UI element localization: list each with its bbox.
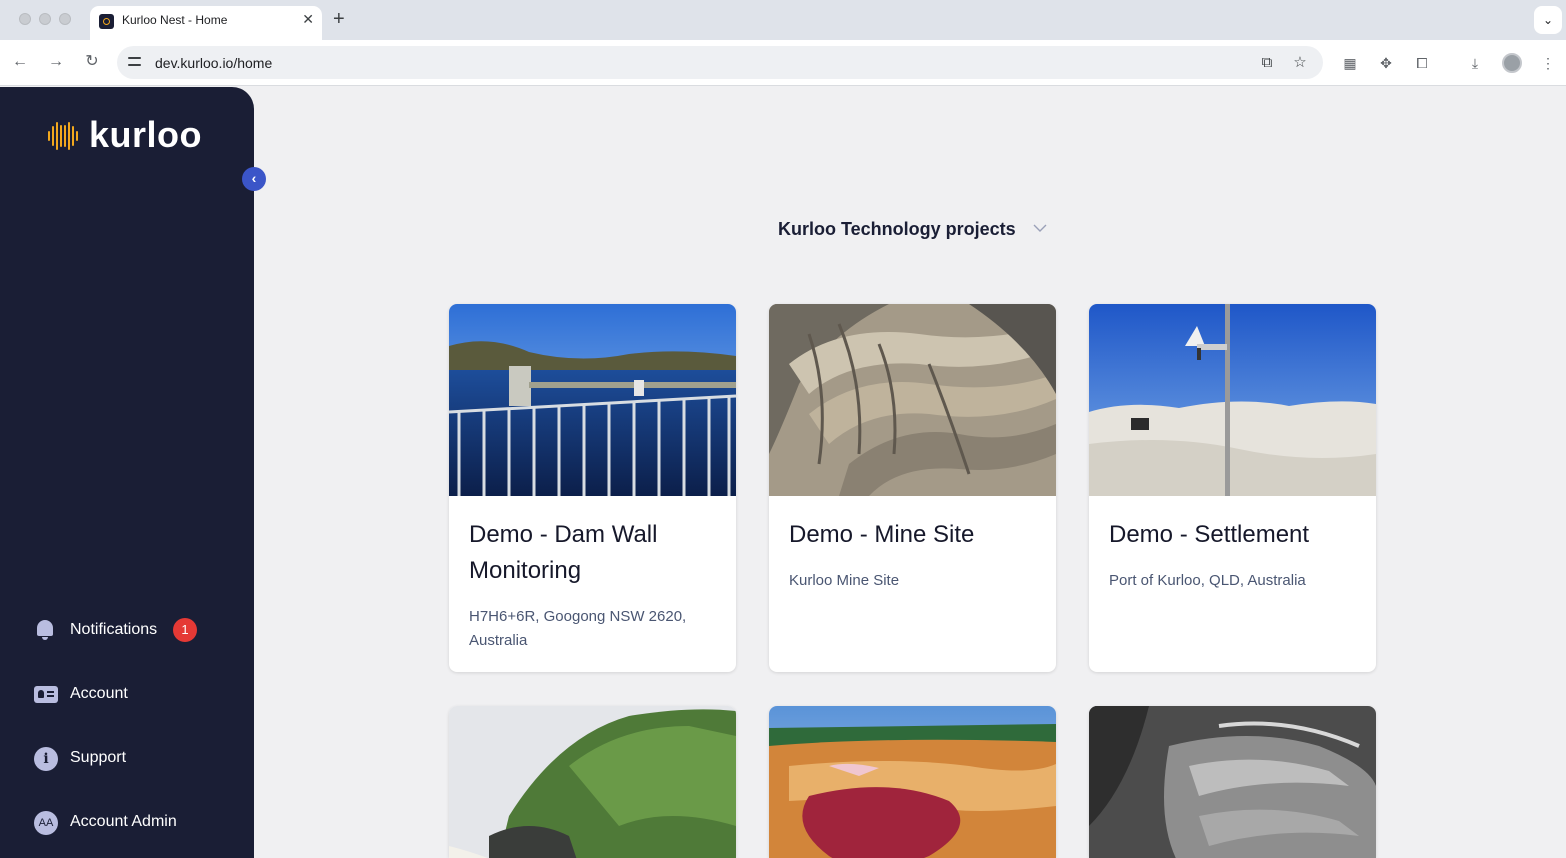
back-arrow-icon[interactable]: ← xyxy=(8,50,32,74)
browser-tabstrip: Kurloo Nest - Home ✕ + ⌄ xyxy=(0,0,1566,40)
project-image-settlement xyxy=(1089,304,1376,496)
id-card-icon xyxy=(34,683,58,705)
sidebar-collapse-chevron-left-icon[interactable]: ‹ xyxy=(242,167,266,191)
qr-extension-icon[interactable]: ▦ xyxy=(1340,53,1360,73)
sidebar: kurloo Notifications 1 Account i Support… xyxy=(0,87,254,858)
project-title: Demo - Mine Site xyxy=(789,521,975,548)
browser-toolbar: ← → ↻ dev.kurloo.io/home ⧉ ☆ ▦ ✥ ⧠ ⤓ ⋮ xyxy=(0,40,1566,86)
sidebar-item-label: Account Admin xyxy=(70,813,177,830)
sidebar-item-label: Notifications xyxy=(70,621,158,638)
new-tab-plus-icon[interactable]: + xyxy=(333,8,345,30)
translate-icon[interactable]: ⧉ xyxy=(1257,53,1277,73)
bell-icon xyxy=(34,619,58,641)
sidebar-item-support[interactable]: i Support xyxy=(34,745,234,771)
sidebar-item-label: Account xyxy=(70,685,128,702)
window-close-button[interactable] xyxy=(19,13,31,25)
project-location: Kurloo Mine Site xyxy=(789,572,900,589)
bookmark-star-icon[interactable]: ☆ xyxy=(1290,53,1310,73)
tab-search-chevron-icon[interactable]: ⌄ xyxy=(1534,6,1562,34)
kurloo-logo-mark-icon xyxy=(47,121,79,151)
browser-menu-kebab-icon[interactable]: ⋮ xyxy=(1538,53,1558,73)
project-card[interactable] xyxy=(449,706,736,858)
project-location: H7H6+6R, Googong NSW 2620, Australia xyxy=(469,608,687,649)
info-icon: i xyxy=(34,747,58,771)
sidebar-item-account-admin[interactable]: AA Account Admin xyxy=(34,809,234,835)
project-image-coastal xyxy=(449,706,736,858)
sidebar-item-notifications[interactable]: Notifications 1 xyxy=(34,617,234,643)
project-image-aerial xyxy=(1089,706,1376,858)
chevron-down-icon[interactable] xyxy=(1033,221,1047,235)
tab-close-icon[interactable]: ✕ xyxy=(302,11,314,28)
organisation-selector[interactable]: Kurloo Technology projects xyxy=(778,219,1016,240)
project-title: Demo - Dam Wall Monitoring xyxy=(469,521,658,584)
reload-icon[interactable]: ↻ xyxy=(80,50,104,74)
window-zoom-button[interactable] xyxy=(59,13,71,25)
kurloo-favicon-icon xyxy=(99,14,114,29)
site-settings-icon[interactable] xyxy=(127,54,143,70)
browser-tab-active[interactable]: Kurloo Nest - Home ✕ xyxy=(90,6,322,40)
project-image-tailings xyxy=(769,706,1056,858)
project-card[interactable] xyxy=(769,706,1056,858)
extension-icon[interactable]: ✥ xyxy=(1376,53,1396,73)
download-icon[interactable]: ⤓ xyxy=(1465,53,1485,73)
avatar-initials: AA xyxy=(34,811,58,835)
logo-wordmark: kurloo xyxy=(89,114,203,155)
notification-count-badge: 1 xyxy=(173,618,197,642)
sidebar-item-label: Support xyxy=(70,749,127,766)
address-url[interactable]: dev.kurloo.io/home xyxy=(155,55,272,71)
window-minimize-button[interactable] xyxy=(39,13,51,25)
project-image-dam xyxy=(449,304,736,496)
project-location: Port of Kurloo, QLD, Australia xyxy=(1109,572,1306,589)
forward-arrow-icon[interactable]: → xyxy=(44,50,68,74)
user-avatar: AA xyxy=(34,811,58,835)
project-title: Demo - Settlement xyxy=(1109,521,1310,548)
tab-title: Kurloo Nest - Home xyxy=(122,13,228,27)
project-card[interactable]: Demo - Dam Wall Monitoring H7H6+6R, Goog… xyxy=(449,304,736,672)
address-bar[interactable]: dev.kurloo.io/home ⧉ ☆ xyxy=(117,46,1323,79)
puzzle-extensions-icon[interactable]: ⧠ xyxy=(1412,53,1432,73)
profile-avatar-icon[interactable] xyxy=(1502,53,1522,73)
project-card[interactable]: Demo - Settlement Port of Kurloo, QLD, A… xyxy=(1089,304,1376,672)
project-image-mine xyxy=(769,304,1056,496)
project-card[interactable]: Demo - Mine Site Kurloo Mine Site xyxy=(769,304,1056,672)
project-card[interactable] xyxy=(1089,706,1376,858)
sidebar-item-account[interactable]: Account xyxy=(34,681,234,707)
